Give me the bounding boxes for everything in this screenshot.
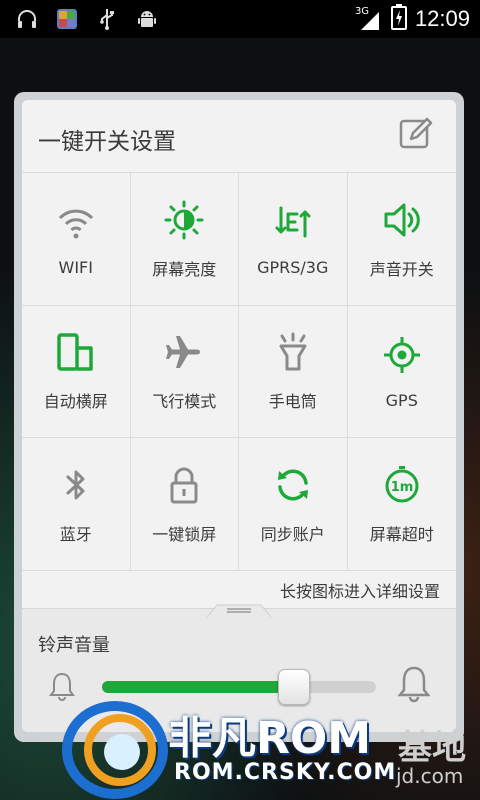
gps-icon	[380, 333, 424, 377]
toggle-label: 自动横屏	[43, 392, 108, 412]
watermark-brand: 非凡ROM	[168, 713, 372, 764]
panel-title: 一键开关设置	[38, 129, 176, 155]
auto-rotate-icon	[54, 330, 98, 374]
volume-slider[interactable]	[102, 669, 376, 705]
toggle-label: 飞行模式	[152, 392, 217, 412]
drag-handle[interactable]	[207, 601, 271, 617]
app-notification-icon	[54, 6, 80, 32]
toggle-label: 手电筒	[268, 392, 317, 412]
headphones-icon	[14, 6, 40, 32]
toggle-airplane[interactable]: 飞行模式	[130, 305, 239, 439]
bell-low-icon	[49, 672, 75, 701]
flashlight-icon	[271, 330, 315, 374]
lock-icon	[162, 463, 206, 507]
quick-settings-panel: 一键开关设置 WIFI 屏幕亮度 GPRS/3G 声音开关 自动横屏 飞行模式 …	[14, 92, 464, 742]
battery-icon	[390, 4, 407, 34]
hint-text: 长按图标进入详细设置	[279, 582, 440, 601]
edit-icon	[399, 117, 433, 149]
volume-slider-fill	[102, 681, 294, 693]
usb-icon	[94, 6, 120, 32]
toggle-data[interactable]: GPRS/3G	[239, 173, 348, 306]
bell-high-icon	[397, 666, 431, 703]
watermark: 非凡ROM ROM.CRSKY.COM 基地 jd.com	[60, 700, 480, 800]
timeout-value: 1m	[390, 480, 413, 495]
toggle-wifi[interactable]: WIFI	[22, 173, 131, 306]
toggle-flashlight[interactable]: 手电筒	[239, 305, 348, 439]
toggle-grid: WIFI 屏幕亮度 GPRS/3G 声音开关 自动横屏 飞行模式 手电筒 GPS…	[22, 172, 456, 571]
toggle-label: 一键锁屏	[152, 525, 217, 545]
watermark-logo	[62, 701, 168, 799]
toggle-brightness[interactable]: 屏幕亮度	[130, 173, 239, 306]
watermark-suffix-domain: jd.com	[396, 764, 464, 788]
toggle-label: WIFI	[58, 258, 93, 278]
wifi-icon	[54, 200, 98, 244]
toggle-label: GPS	[385, 390, 418, 410]
signal-icon: 3G	[355, 6, 383, 32]
android-debug-icon	[134, 6, 160, 32]
toggle-gps[interactable]: GPS	[347, 305, 456, 439]
airplane-icon	[162, 330, 206, 374]
toggle-label: 声音开关	[369, 259, 434, 279]
bluetooth-icon	[54, 463, 98, 507]
toggle-label: 蓝牙	[59, 525, 92, 545]
watermark-domain: ROM.CRSKY.COM	[174, 760, 397, 785]
toggle-auto-rotate[interactable]: 自动横屏	[22, 305, 131, 439]
speaker-icon	[380, 198, 424, 242]
screen-timeout-icon: 1m	[380, 463, 424, 507]
ringtone-volume-label: 铃声音量	[38, 635, 110, 656]
status-bar: 3G 12:09	[0, 0, 480, 38]
toggle-label: GPRS/3G	[257, 258, 329, 278]
toggle-bluetooth[interactable]: 蓝牙	[22, 438, 131, 571]
data-transfer-icon	[271, 200, 315, 244]
toggle-lock-screen[interactable]: 一键锁屏	[130, 438, 239, 571]
toggle-screen-timeout[interactable]: 1m 屏幕超时	[347, 438, 456, 571]
brightness-icon	[162, 198, 206, 242]
toggle-label: 屏幕亮度	[152, 259, 217, 279]
clock: 12:09	[414, 6, 470, 31]
toggle-sync[interactable]: 同步账户	[239, 438, 348, 571]
toggle-label: 屏幕超时	[369, 525, 434, 545]
sync-icon	[271, 463, 315, 507]
toggle-label: 同步账户	[260, 525, 325, 545]
watermark-suffix: 基地	[398, 728, 466, 768]
toggle-sound[interactable]: 声音开关	[347, 173, 456, 306]
edit-button[interactable]	[396, 114, 436, 154]
